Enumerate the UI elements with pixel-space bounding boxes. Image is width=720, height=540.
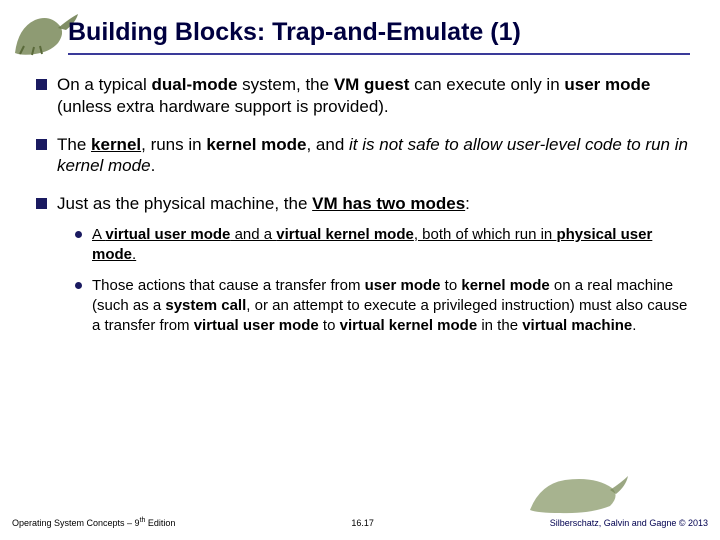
text-frag: : xyxy=(465,194,470,213)
text-frag: The xyxy=(57,135,91,154)
text-frag: , runs in xyxy=(141,135,206,154)
u-frag: , both of which run in xyxy=(414,226,557,243)
square-bullet-icon xyxy=(36,79,47,90)
slide-title: Building Blocks: Trap-and-Emulate (1) xyxy=(68,18,690,51)
bullet-3: Just as the physical machine, the VM has… xyxy=(36,193,690,348)
text-frag: Those actions that cause a transfer from xyxy=(92,277,365,294)
text-frag: . xyxy=(151,156,156,175)
u-frag: . xyxy=(132,246,136,263)
footer: Operating System Concepts – 9th Edition … xyxy=(12,517,708,528)
text-frag: system, the xyxy=(237,75,333,94)
bullet-2-text: The kernel, runs in kernel mode, and it … xyxy=(57,134,690,178)
sub-bullet-list: A virtual user mode and a virtual kernel… xyxy=(57,225,690,336)
bold-underline-frag: kernel xyxy=(91,135,141,154)
bold-underline-frag: VM has two modes xyxy=(312,194,465,213)
bold-frag: user mode xyxy=(564,75,650,94)
bold-frag: kernel mode xyxy=(461,277,549,294)
footer-center: 16.17 xyxy=(351,518,374,528)
bold-frag: dual-mode xyxy=(152,75,238,94)
text-frag: On a typical xyxy=(57,75,152,94)
bold-frag: virtual kernel mode xyxy=(276,226,414,243)
text-frag: . xyxy=(632,317,636,334)
sub-bullet-1-text: A virtual user mode and a virtual kernel… xyxy=(92,225,690,265)
u-frag: A xyxy=(92,226,105,243)
bold-frag: kernel mode xyxy=(206,135,306,154)
footer-left-text2: Edition xyxy=(145,518,175,528)
title-underline xyxy=(68,53,690,55)
title-area: Building Blocks: Trap-and-Emulate (1) xyxy=(68,18,690,55)
square-bullet-icon xyxy=(36,198,47,209)
text-frag: to xyxy=(319,317,340,334)
content-area: On a typical dual-mode system, the VM gu… xyxy=(36,74,690,364)
text-frag: Just as the physical machine, the xyxy=(57,194,312,213)
dot-bullet-icon xyxy=(75,231,82,238)
slide: Building Blocks: Trap-and-Emulate (1) On… xyxy=(0,0,720,540)
text-frag: in the xyxy=(477,317,522,334)
u-frag: and a xyxy=(230,226,276,243)
footer-left: Operating System Concepts – 9th Edition xyxy=(12,517,175,528)
bold-frag: user mode xyxy=(365,277,441,294)
dinosaur-decoration-right xyxy=(520,466,630,516)
bold-frag: virtual user mode xyxy=(194,317,319,334)
bullet-2: The kernel, runs in kernel mode, and it … xyxy=(36,134,690,178)
bold-frag: virtual user mode xyxy=(105,226,230,243)
bold-frag: system call xyxy=(165,297,246,314)
bullet-3-text: Just as the physical machine, the VM has… xyxy=(57,193,690,348)
bold-frag: virtual machine xyxy=(522,317,632,334)
sub-bullet-2: Those actions that cause a transfer from… xyxy=(57,276,690,335)
bold-frag: VM guest xyxy=(334,75,410,94)
sub-bullet-2-text: Those actions that cause a transfer from… xyxy=(92,276,690,335)
text-frag: , and xyxy=(306,135,349,154)
bullet-1: On a typical dual-mode system, the VM gu… xyxy=(36,74,690,118)
footer-right: Silberschatz, Galvin and Gagne © 2013 xyxy=(550,518,708,528)
bullet-1-text: On a typical dual-mode system, the VM gu… xyxy=(57,74,690,118)
dot-bullet-icon xyxy=(75,282,82,289)
square-bullet-icon xyxy=(36,139,47,150)
footer-left-text: Operating System Concepts – 9 xyxy=(12,518,140,528)
text-frag: can execute only in xyxy=(409,75,564,94)
bold-frag: virtual kernel mode xyxy=(340,317,478,334)
text-frag: (unless extra hardware support is provid… xyxy=(57,97,389,116)
text-frag: to xyxy=(441,277,462,294)
sub-bullet-1: A virtual user mode and a virtual kernel… xyxy=(57,225,690,265)
